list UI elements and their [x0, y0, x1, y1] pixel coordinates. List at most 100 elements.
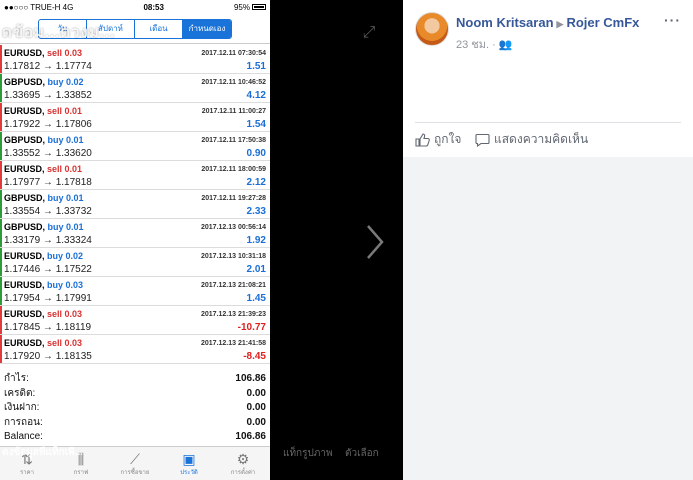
summary-row: กำไร: 106.86 [4, 372, 266, 387]
trade-side: sell 0.03 [47, 338, 83, 348]
trade-symbol: GBPUSD, [4, 77, 46, 87]
trade-prices: 1.17812 → 1.17774 [4, 61, 92, 72]
divider [415, 122, 681, 123]
summary-label: กำไร: [4, 373, 29, 384]
tab-arrows[interactable]: ⇅ ราคา [0, 447, 54, 480]
trade-row[interactable]: GBPUSD, buy 0.01 2017.12.11 17:50:38 1.335… [0, 132, 270, 161]
trade-prices: 1.17922 → 1.17806 [4, 119, 92, 130]
trade-profit: 1.45 [246, 293, 266, 304]
period-tab-1[interactable]: สัปดาห์ [87, 19, 135, 38]
period-tab-0[interactable]: วัน [39, 19, 87, 38]
avatar[interactable] [415, 12, 449, 46]
carrier-label: ●●○○○ TRUE-H 4G [4, 2, 74, 12]
like-button[interactable]: ถูกใจ [415, 130, 461, 149]
trade-prices: 1.17977 → 1.17818 [4, 177, 92, 188]
trade-side: buy 0.01 [47, 222, 84, 232]
trade-symbol: EURUSD, [4, 338, 45, 348]
trade-symbol: EURUSD, [4, 251, 45, 261]
status-bar: ●●○○○ TRUE-H 4G 08:53 95% [0, 0, 270, 14]
trade-time: 2017.12.13 21:39:23 [201, 311, 266, 318]
trade-prices: 1.33179 → 1.33324 [4, 235, 92, 246]
next-arrow-icon[interactable] [362, 222, 386, 262]
post-meta[interactable]: 23 ชม. · 👥 [456, 35, 513, 53]
trade-time: 2017.12.13 21:08:21 [201, 282, 266, 289]
period-tab-2[interactable]: เดือน [135, 19, 183, 38]
viewer-root: ●●○○○ TRUE-H 4G 08:53 95% วัน สัปดาห์ เดือ… [0, 0, 693, 480]
trade-symbol: EURUSD, [4, 280, 45, 290]
trade-profit: 1.54 [246, 119, 266, 130]
tab-history[interactable]: ▣ ประวัติ [162, 447, 216, 480]
comment-button[interactable]: แสดงความคิดเห็น [475, 130, 588, 149]
battery-label: 95% [233, 2, 250, 12]
thumbs-up-icon [415, 132, 430, 147]
summary-label: เงินฝาก: [4, 402, 40, 413]
arrows-icon: ⇅ [21, 450, 33, 467]
trade-profit: 2.12 [246, 177, 266, 188]
trade-time: 2017.12.13 10:31:18 [201, 253, 266, 260]
trade-side: buy 0.03 [47, 280, 84, 290]
trade-profit: 2.33 [246, 206, 266, 217]
more-options-icon[interactable]: ··· [664, 12, 681, 28]
period-tab-3[interactable]: กำหนดเอง [183, 19, 231, 38]
account-summary: กำไร: 106.86 เครดิต: 0.00 เงินฝาก: 0.00 การถอน… [0, 372, 270, 445]
trade-row[interactable]: EURUSD, sell 0.03 2017.12.13 21:39:23 1.17… [0, 306, 270, 335]
period-segmented-control: วัน สัปดาห์ เดือน กำหนดเอง [38, 18, 232, 39]
trade-symbol: EURUSD, [4, 48, 45, 58]
trade-row[interactable]: GBPUSD, buy 0.01 2017.12.13 00:56:14 1.331… [0, 219, 270, 248]
trade-row[interactable]: EURUSD, sell 0.01 2017.12.11 11:00:27 1.17… [0, 103, 270, 132]
like-label: ถูกใจ [434, 132, 462, 146]
trade-symbol: EURUSD, [4, 309, 45, 319]
target-name-link[interactable]: Rojer CmFx [566, 15, 639, 30]
options-link[interactable]: ตัวเลือก [345, 446, 379, 461]
tab-gear[interactable]: ⚙ การตั้งค่า [216, 447, 270, 480]
tab-label: กราฟ [73, 469, 89, 476]
author-name-link[interactable]: Noom Kritsaran [456, 15, 554, 30]
trade-row[interactable]: EURUSD, sell 0.03 2017.12.13 21:41:58 1.17… [0, 335, 270, 364]
gear-icon: ⚙ [236, 450, 250, 467]
trade-time: 2017.12.11 19:27:28 [201, 195, 266, 202]
tab-label: การซื้อขาย [120, 469, 150, 476]
phone-screenshot: ●●○○○ TRUE-H 4G 08:53 95% วัน สัปดาห์ เดือ… [0, 0, 270, 480]
trade-prices: 1.17446 → 1.17522 [4, 264, 92, 275]
trend-icon: ⟋ [130, 450, 140, 467]
trade-side: sell 0.01 [47, 106, 83, 116]
summary-value: 106.86 [235, 431, 266, 442]
trade-row[interactable]: EURUSD, sell 0.03 2017.12.11 07:30:54 1.17… [0, 45, 270, 74]
trade-prices: 1.17920 → 1.18135 [4, 351, 92, 362]
trade-side: sell 0.01 [47, 164, 83, 174]
trade-prices: 1.33552 → 1.33620 [4, 148, 92, 159]
trade-symbol: EURUSD, [4, 106, 45, 116]
trade-profit: -10.77 [237, 322, 266, 333]
trade-profit: 0.90 [246, 148, 266, 159]
trade-profit: 4.12 [246, 90, 266, 101]
tab-label: การตั้งค่า [230, 469, 256, 476]
summary-value: 0.00 [246, 387, 266, 399]
trade-symbol: GBPUSD, [4, 193, 46, 203]
trade-profit: 1.51 [246, 61, 266, 72]
trade-row[interactable]: GBPUSD, buy 0.02 2017.12.11 10:46:52 1.336… [0, 74, 270, 103]
post-side-panel: Noom Kritsaran ▶ Rojer CmFx 23 ชม. · 👥 ···… [403, 0, 693, 480]
summary-row: เครดิต: 0.00 [4, 387, 266, 402]
trade-row[interactable]: GBPUSD, buy 0.01 2017.12.11 19:27:28 1.335… [0, 190, 270, 219]
tag-photo-link[interactable]: แท็กรูปภาพ [283, 446, 333, 461]
trade-side: buy 0.02 [47, 77, 84, 87]
trade-time: 2017.12.11 11:00:27 [201, 108, 266, 115]
summary-value: 106.86 [235, 373, 266, 384]
trade-row[interactable]: EURUSD, buy 0.03 2017.12.13 21:08:21 1.179… [0, 277, 270, 306]
trade-time: 2017.12.11 10:46:52 [201, 79, 266, 86]
summary-row: Balance: 106.86 [4, 430, 266, 445]
trade-row[interactable]: EURUSD, buy 0.02 2017.12.13 10:31:18 1.174… [0, 248, 270, 277]
trade-prices: 1.17954 → 1.17991 [4, 293, 92, 304]
expand-icon[interactable]: ⤢ [360, 24, 378, 42]
trade-row[interactable]: EURUSD, sell 0.01 2017.12.11 18:00:59 1.17… [0, 161, 270, 190]
tab-candles[interactable]: ⫼ กราฟ [54, 447, 108, 480]
summary-label: เครดิต: [4, 387, 36, 399]
tab-trend[interactable]: ⟋ การซื้อขาย [108, 447, 162, 480]
trade-side: sell 0.03 [47, 48, 83, 58]
battery-indicator: 95% [234, 3, 266, 12]
trade-symbol: GBPUSD, [4, 135, 46, 145]
trade-time: 2017.12.13 00:56:14 [201, 224, 266, 231]
trade-symbol: EURUSD, [4, 164, 45, 174]
history-icon: ▣ [182, 450, 196, 467]
post-header: Noom Kritsaran ▶ Rojer CmFx [456, 15, 639, 30]
